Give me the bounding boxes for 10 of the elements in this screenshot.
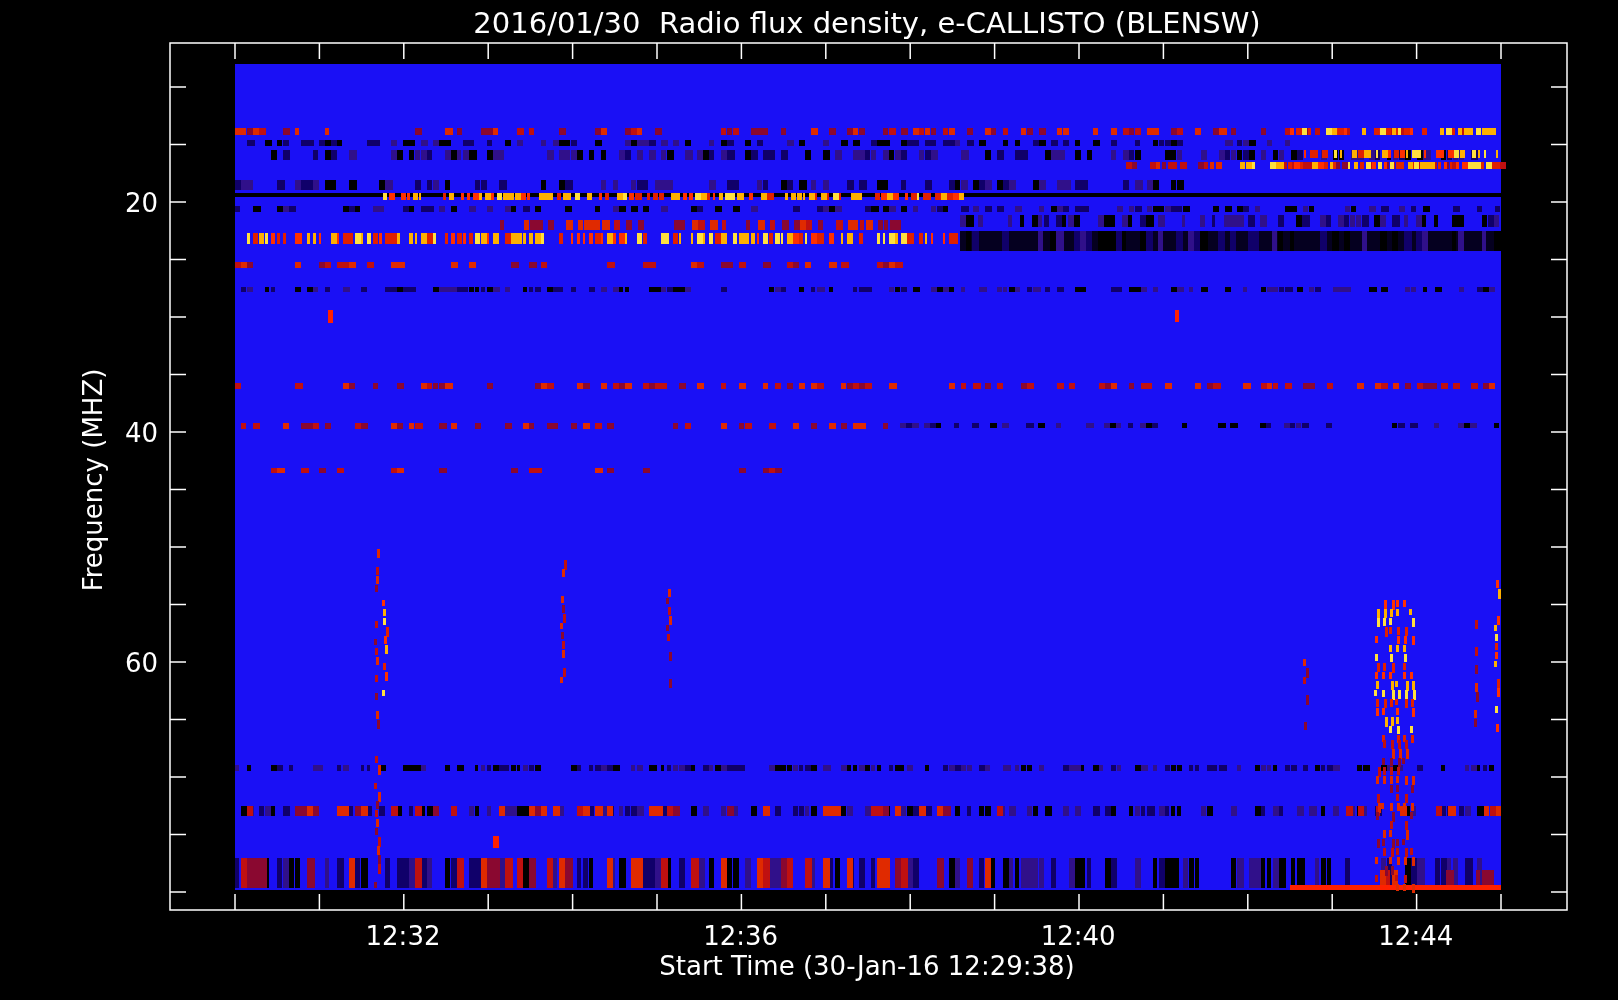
tick-label: 60 — [124, 648, 158, 678]
tick-label: 12:32 — [365, 921, 441, 951]
tick-label: 12:36 — [703, 921, 779, 951]
tick-label: 40 — [124, 418, 158, 448]
tick-label: 20 — [124, 188, 158, 218]
tick-label: 12:40 — [1040, 921, 1116, 951]
chart-title: 2016/01/30 Radio flux density, e-CALLISTO (BLENSW) — [473, 6, 1261, 40]
axis-label: Start Time (30-Jan-16 12:29:38) — [659, 951, 1075, 981]
tick-label: 12:44 — [1378, 921, 1454, 951]
axis-label: Frequency (MHZ) — [78, 368, 108, 592]
